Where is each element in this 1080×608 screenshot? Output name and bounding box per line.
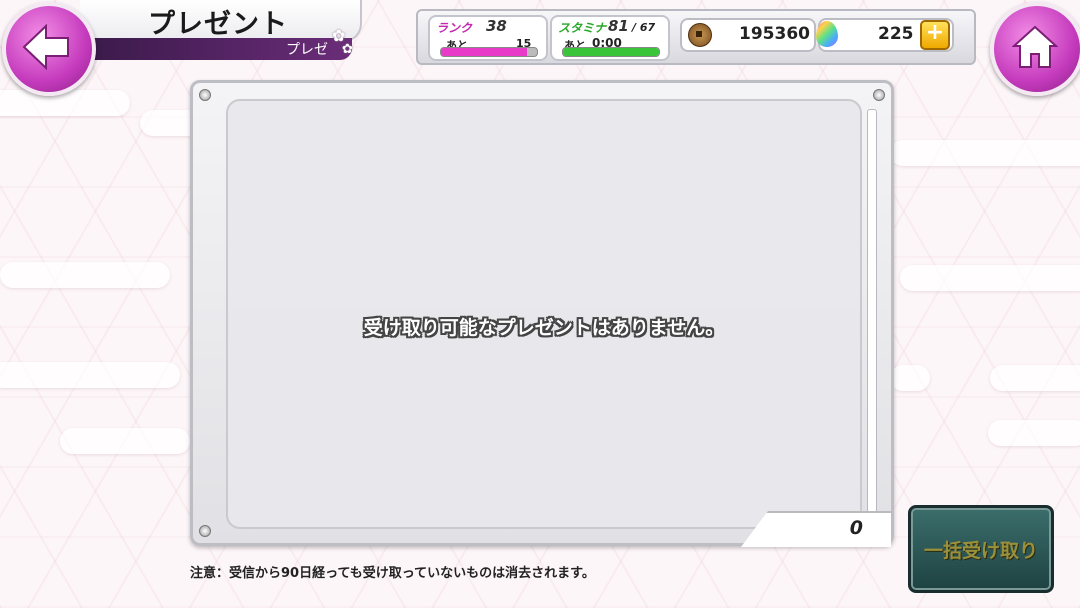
coin-counter: 195360: [680, 18, 816, 52]
stamina-panel: スタミナ 81 / 67 あと 0:00: [550, 15, 670, 61]
coin-amount: 195360: [739, 24, 810, 44]
stamina-max: / 67: [632, 21, 656, 34]
home-button[interactable]: [990, 2, 1080, 96]
sakura-icon: ✿: [342, 42, 353, 57]
present-box-panel: 受け取り可能なプレゼントはありません。 0: [190, 80, 894, 547]
back-button[interactable]: [2, 2, 96, 96]
page-title: プレゼント: [148, 9, 288, 40]
buy-gems-button[interactable]: +: [920, 20, 950, 50]
stamina-label: スタミナ: [558, 21, 607, 35]
back-arrow-icon: [22, 24, 69, 70]
rank-label: ランク: [436, 21, 473, 35]
coin-icon: [688, 23, 712, 47]
empty-message: 受け取り可能なプレゼントはありません。: [363, 317, 725, 339]
gem-icon: [816, 21, 838, 47]
rank-progress-bar: [440, 47, 538, 57]
cloud-decoration: [890, 140, 1080, 166]
rank-value: 38: [486, 17, 507, 35]
present-list: 受け取り可能なプレゼントはありません。: [226, 99, 862, 529]
rank-panel: ランク 38 あと 15: [428, 15, 548, 61]
expiry-notice: 注意：受信から90日経っても受け取っていないものは消去されます。: [190, 566, 595, 581]
stamina-value: 81: [608, 17, 629, 35]
list-scrollbar[interactable]: [867, 109, 877, 521]
cloud-decoration: [900, 265, 1080, 291]
gem-amount: 225: [878, 24, 914, 44]
screw-decoration: [199, 89, 211, 101]
cloud-decoration: [0, 90, 130, 116]
subtitle-plate: プレゼ: [84, 38, 352, 60]
stamina-progress-bar: [562, 47, 660, 57]
page-subtitle: プレゼ: [286, 42, 328, 58]
present-count: 0: [849, 517, 863, 539]
cloud-decoration: [990, 365, 1080, 391]
receive-all-button[interactable]: 一括受け取り: [908, 505, 1054, 593]
home-icon: [1012, 25, 1058, 68]
cloud-decoration: [988, 420, 1080, 446]
status-bar: ランク 38 あと 15 スタミナ 81 / 67 あと 0:00 195360…: [416, 9, 976, 65]
cloud-decoration: [890, 365, 930, 391]
cloud-decoration: [60, 428, 190, 454]
cloud-decoration: [0, 362, 180, 388]
receive-all-label: 一括受け取り: [923, 540, 1038, 562]
screw-decoration: [873, 89, 885, 101]
screw-decoration: [199, 525, 211, 537]
gem-counter: 225 +: [816, 18, 954, 52]
cloud-decoration: [0, 262, 170, 288]
